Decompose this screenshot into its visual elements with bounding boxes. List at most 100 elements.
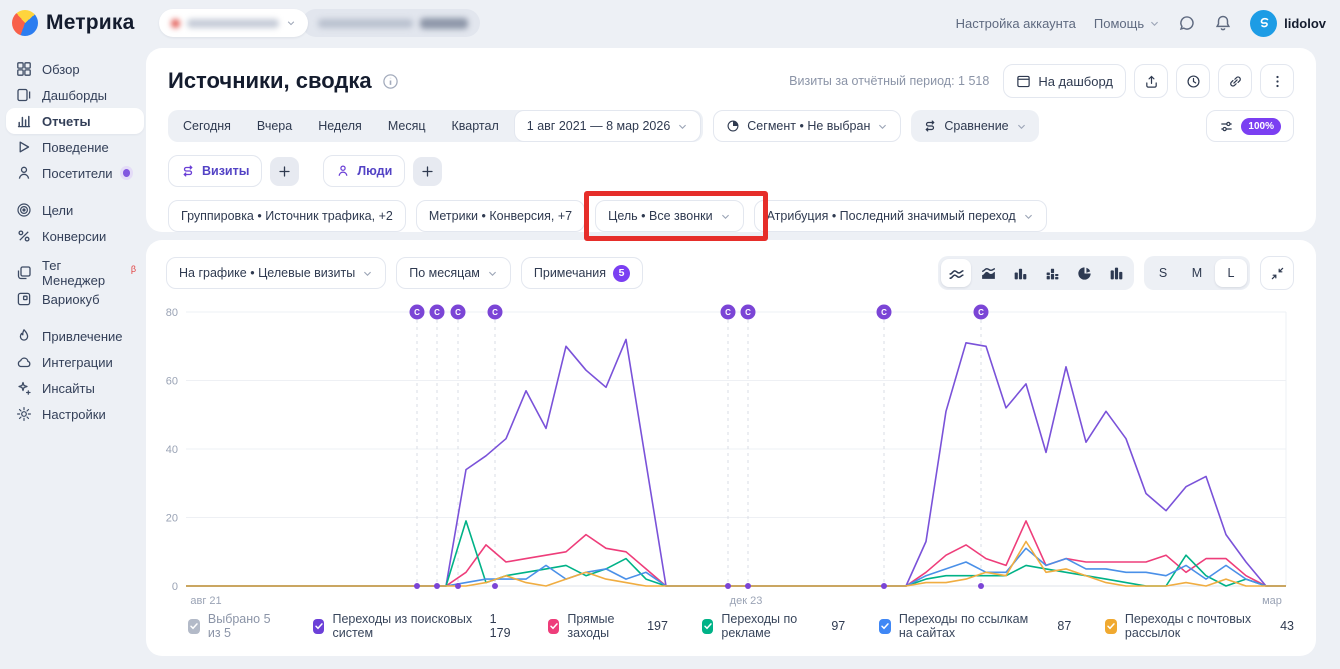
collapse-chart-button[interactable] <box>1260 256 1294 290</box>
attribution-chip[interactable]: Атрибуция • Последний значимый переход <box>754 200 1047 232</box>
counter-name-redacted <box>187 19 279 28</box>
counter-tab-inactive[interactable] <box>302 9 480 37</box>
sidebar-item-goals[interactable]: Цели <box>6 197 144 223</box>
sidebar-item-visitors[interactable]: Посетители <box>6 160 144 186</box>
tag-manager-icon <box>16 265 32 281</box>
size-m-button[interactable]: M <box>1181 259 1213 287</box>
sidebar-item-conversions[interactable]: Конверсии <box>6 223 144 249</box>
chart-type-pie-button[interactable] <box>1069 259 1099 287</box>
user-menu[interactable]: lidolov <box>1250 10 1326 37</box>
sidebar-item-insights[interactable]: Инсайты <box>6 375 144 401</box>
people-icon <box>336 164 350 178</box>
svg-text:C: C <box>978 308 984 317</box>
bell-icon[interactable] <box>1214 14 1232 32</box>
people-metric-chip[interactable]: Люди <box>323 155 405 187</box>
chevron-down-icon <box>720 211 731 222</box>
sidebar-item-settings[interactable]: Настройки <box>6 401 144 427</box>
goal-chip[interactable]: Цель • Все звонки <box>595 200 743 232</box>
checkbox-icon <box>1105 619 1117 634</box>
chart-type-bar-button[interactable] <box>1005 259 1035 287</box>
comparison-selector[interactable]: Сравнение <box>911 110 1038 142</box>
sidebar-item-tag-manager[interactable]: Тег Менеджерβ <box>6 260 144 286</box>
on-chart-selector[interactable]: На графике • Целевые визиты <box>166 257 386 289</box>
counter-tabs <box>159 9 480 37</box>
range-quarter[interactable]: Квартал <box>439 119 512 133</box>
visits-metric-chip[interactable]: Визиты <box>168 155 262 187</box>
counter-id-redacted <box>420 18 468 29</box>
sliders-icon <box>1219 119 1234 134</box>
legend-item-direct[interactable]: Прямые заходы 197 <box>548 612 668 640</box>
cloud-icon <box>16 354 32 370</box>
counter-tab-active[interactable] <box>159 9 308 37</box>
brand-name: Метрика <box>46 11 135 35</box>
to-dashboard-button[interactable]: На дашборд <box>1003 64 1126 98</box>
export-button[interactable] <box>1134 64 1168 98</box>
sidebar-item-varioqube[interactable]: Вариокуб <box>6 286 144 312</box>
help-menu[interactable]: Помощь <box>1094 16 1160 31</box>
plus-icon <box>421 165 434 178</box>
stacked-bar-icon <box>1044 265 1061 282</box>
compare-icon <box>923 119 937 133</box>
svg-text:C: C <box>725 308 731 317</box>
add-people-metric-button[interactable] <box>413 157 442 186</box>
chart-legend: Выбрано 5 из 5 Переходы из поисковых сис… <box>188 612 1294 640</box>
pie-chart-icon <box>1076 265 1093 282</box>
visits-icon <box>181 164 195 178</box>
segment-pie-icon <box>726 119 740 133</box>
sidebar-item-overview[interactable]: Обзор <box>6 56 144 82</box>
counter-favicon <box>171 19 180 28</box>
legend-item-search[interactable]: Переходы из поисковых систем 1 179 <box>313 612 515 640</box>
legend-item-site-links[interactable]: Переходы по ссылкам на сайтах 87 <box>879 612 1071 640</box>
chart-type-line-button[interactable] <box>941 259 971 287</box>
legend-select-all[interactable]: Выбрано 5 из 5 <box>188 612 279 640</box>
range-today[interactable]: Сегодня <box>170 119 244 133</box>
segment-selector[interactable]: Сегмент • Не выбран <box>713 110 901 142</box>
chat-icon[interactable] <box>1178 14 1196 32</box>
notes-count-badge: 5 <box>613 265 630 282</box>
sidebar-item-reports[interactable]: Отчеты <box>6 108 144 134</box>
svg-text:80: 80 <box>166 307 178 319</box>
beta-badge: β <box>131 264 136 274</box>
svg-text:авг 21: авг 21 <box>190 595 221 607</box>
grouping-chip[interactable]: Группировка • Источник трафика, +2 <box>168 200 406 232</box>
metrics-chip[interactable]: Метрики • Конверсия, +7 <box>416 200 585 232</box>
info-icon[interactable] <box>382 73 399 90</box>
svg-text:C: C <box>492 308 498 317</box>
svg-text:20: 20 <box>166 513 178 525</box>
add-visits-metric-button[interactable] <box>270 157 299 186</box>
flame-icon <box>16 328 32 344</box>
legend-item-ads[interactable]: Переходы по рекламе 97 <box>702 612 845 640</box>
chart-plot[interactable]: 020406080CCCCCCCCавг 21дек 23мар <box>166 296 1294 610</box>
sidebar-item-integrations[interactable]: Интеграции <box>6 349 144 375</box>
account-settings-link[interactable]: Настройка аккаунта <box>956 16 1076 31</box>
legend-item-email[interactable]: Переходы с почтовых рассылок 43 <box>1105 612 1294 640</box>
date-range-picker[interactable]: 1 авг 2021 — 8 мар 2026 <box>514 110 702 142</box>
varioqube-icon <box>16 291 32 307</box>
chevron-down-icon <box>877 121 888 132</box>
svg-text:дек 23: дек 23 <box>730 595 763 607</box>
svg-text:C: C <box>881 308 887 317</box>
sampling-control[interactable]: 100% <box>1206 110 1294 142</box>
chevron-down-icon <box>1023 211 1034 222</box>
metrika-logo-icon <box>12 10 38 36</box>
history-button[interactable] <box>1176 64 1210 98</box>
notes-button[interactable]: Примечания 5 <box>521 257 643 289</box>
svg-text:0: 0 <box>172 581 178 593</box>
size-l-button[interactable]: L <box>1215 259 1247 287</box>
chart-type-stacked-bar-button[interactable] <box>1037 259 1067 287</box>
size-s-button[interactable]: S <box>1147 259 1179 287</box>
sidebar-item-behavior[interactable]: Поведение <box>6 134 144 160</box>
metrika-logo[interactable]: Метрика <box>12 10 135 36</box>
collapse-icon <box>1270 266 1285 281</box>
svg-text:C: C <box>745 308 751 317</box>
copy-link-button[interactable] <box>1218 64 1252 98</box>
chart-type-columns-button[interactable] <box>1101 259 1131 287</box>
sidebar-item-acquisition[interactable]: Привлечение <box>6 323 144 349</box>
sidebar-item-dashboards[interactable]: Дашборды <box>6 82 144 108</box>
chart-type-area-button[interactable] <box>973 259 1003 287</box>
more-menu-button[interactable] <box>1260 64 1294 98</box>
range-week[interactable]: Неделя <box>305 119 375 133</box>
range-yesterday[interactable]: Вчера <box>244 119 305 133</box>
granularity-selector[interactable]: По месяцам <box>396 257 511 289</box>
range-month[interactable]: Месяц <box>375 119 439 133</box>
